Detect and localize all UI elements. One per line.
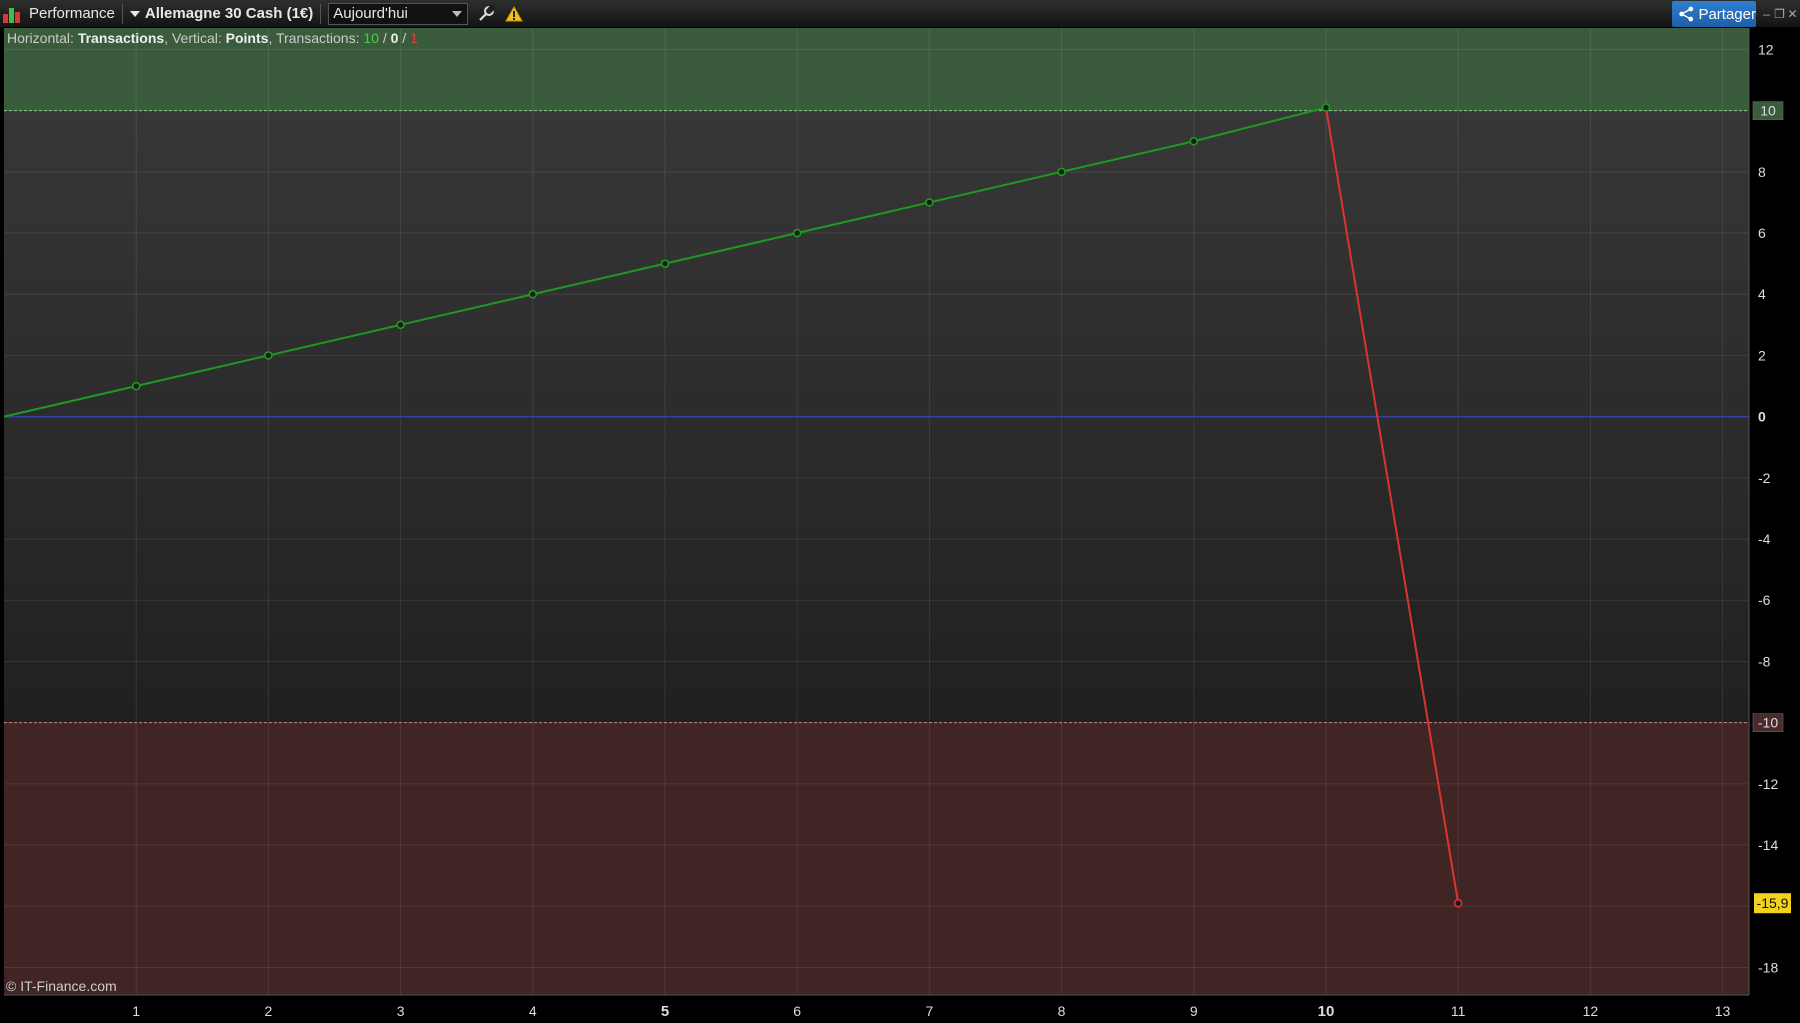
x-tick-label: 13 (1715, 1003, 1731, 1019)
y-tick-label: -14 (1758, 837, 1778, 853)
period-select[interactable]: Aujourd'hui (328, 2, 469, 25)
y-tick-label: 2 (1758, 347, 1766, 363)
loss-zone (4, 722, 1749, 995)
y-tick-label: 4 (1758, 286, 1766, 302)
x-tick-label: 9 (1190, 1003, 1198, 1019)
toolbar: Performance Allemagne 30 Cash (1€) Aujou… (0, 0, 1800, 28)
chart-canvas: 121086420-2-4-6-8-10-12-14-16-1812345678… (0, 28, 1800, 1023)
data-point[interactable] (925, 198, 934, 207)
transactions-prefix: , Transactions: (268, 30, 364, 46)
window-controls: – ❐ ✕ (1760, 0, 1799, 28)
minimize-icon[interactable]: – (1760, 6, 1773, 22)
chart-info-bar: Horizontal: Transactions, Vertical: Poin… (7, 30, 418, 46)
share-icon (1679, 6, 1694, 22)
data-point[interactable] (792, 228, 802, 238)
module-label[interactable]: Performance (25, 0, 119, 28)
horizontal-prefix: Horizontal: (7, 30, 78, 46)
data-point[interactable] (1189, 136, 1199, 146)
y-tick-label: -2 (1758, 470, 1771, 486)
close-icon[interactable]: ✕ (1786, 6, 1799, 22)
data-point[interactable] (396, 320, 405, 330)
count-separator: / (378, 30, 391, 46)
period-value: Aujourd'hui (333, 5, 408, 22)
x-tick-label: 6 (793, 1003, 801, 1019)
vertical-value: Points (225, 30, 269, 46)
x-tick-label: 7 (925, 1003, 933, 1019)
performance-chart: 121086420-2-4-6-8-10-12-14-16-1812345678… (0, 28, 1800, 1023)
chevron-down-icon (452, 10, 463, 17)
x-tick-label: 10 (1318, 1003, 1335, 1020)
data-point[interactable] (1321, 103, 1331, 112)
x-tick-label: 4 (529, 1003, 537, 1019)
instrument-label: Allemagne 30 Cash (1€) (144, 5, 314, 22)
vertical-prefix: , Vertical: (164, 30, 226, 46)
last-value-label: -15,9 (1757, 895, 1789, 911)
x-tick-label: 12 (1583, 1003, 1599, 1019)
toolbar-divider (121, 3, 123, 24)
gain-threshold-tag: 10 (1760, 103, 1776, 119)
y-tick-label: 6 (1758, 225, 1766, 241)
data-point[interactable] (1057, 167, 1066, 177)
data-point[interactable] (660, 259, 670, 268)
y-tick-label: 12 (1758, 41, 1774, 57)
x-tick-label: 11 (1451, 1003, 1466, 1019)
chevron-down-icon (129, 10, 140, 17)
instrument-selector[interactable]: Allemagne 30 Cash (1€) (126, 0, 317, 28)
share-button[interactable]: Partager (1672, 1, 1756, 27)
horizontal-value: Transactions (77, 30, 165, 46)
x-tick-label: 2 (264, 1003, 272, 1019)
y-tick-label: -8 (1758, 653, 1771, 669)
settings-wrench-icon[interactable] (474, 2, 498, 26)
count-separator: / (398, 30, 411, 46)
share-label: Partager (1698, 5, 1756, 23)
x-tick-label: 5 (661, 1003, 669, 1020)
restore-icon[interactable]: ❐ (1773, 6, 1786, 22)
x-tick-label: 8 (1058, 1003, 1066, 1019)
loss-threshold-tag: -10 (1758, 715, 1778, 731)
copyright-notice: © IT-Finance.com (6, 978, 117, 994)
data-point[interactable] (131, 381, 141, 391)
y-tick-label: 8 (1758, 164, 1766, 180)
data-point[interactable] (1453, 898, 1463, 908)
y-tick-label: -18 (1758, 959, 1778, 975)
data-point[interactable] (264, 351, 273, 360)
data-point[interactable] (528, 289, 538, 299)
warning-icon[interactable] (502, 2, 526, 26)
performance-chart-icon[interactable] (2, 5, 22, 23)
x-tick-label: 1 (132, 1003, 140, 1019)
y-tick-label: -4 (1758, 531, 1771, 547)
toolbar-divider (320, 3, 322, 24)
y-tick-label: -6 (1758, 592, 1771, 608)
y-tick-label: 0 (1758, 409, 1766, 425)
y-tick-label: -12 (1758, 776, 1778, 792)
losing-count: 1 (410, 30, 418, 46)
winning-count: 10 (363, 30, 379, 46)
x-tick-label: 3 (397, 1003, 405, 1019)
